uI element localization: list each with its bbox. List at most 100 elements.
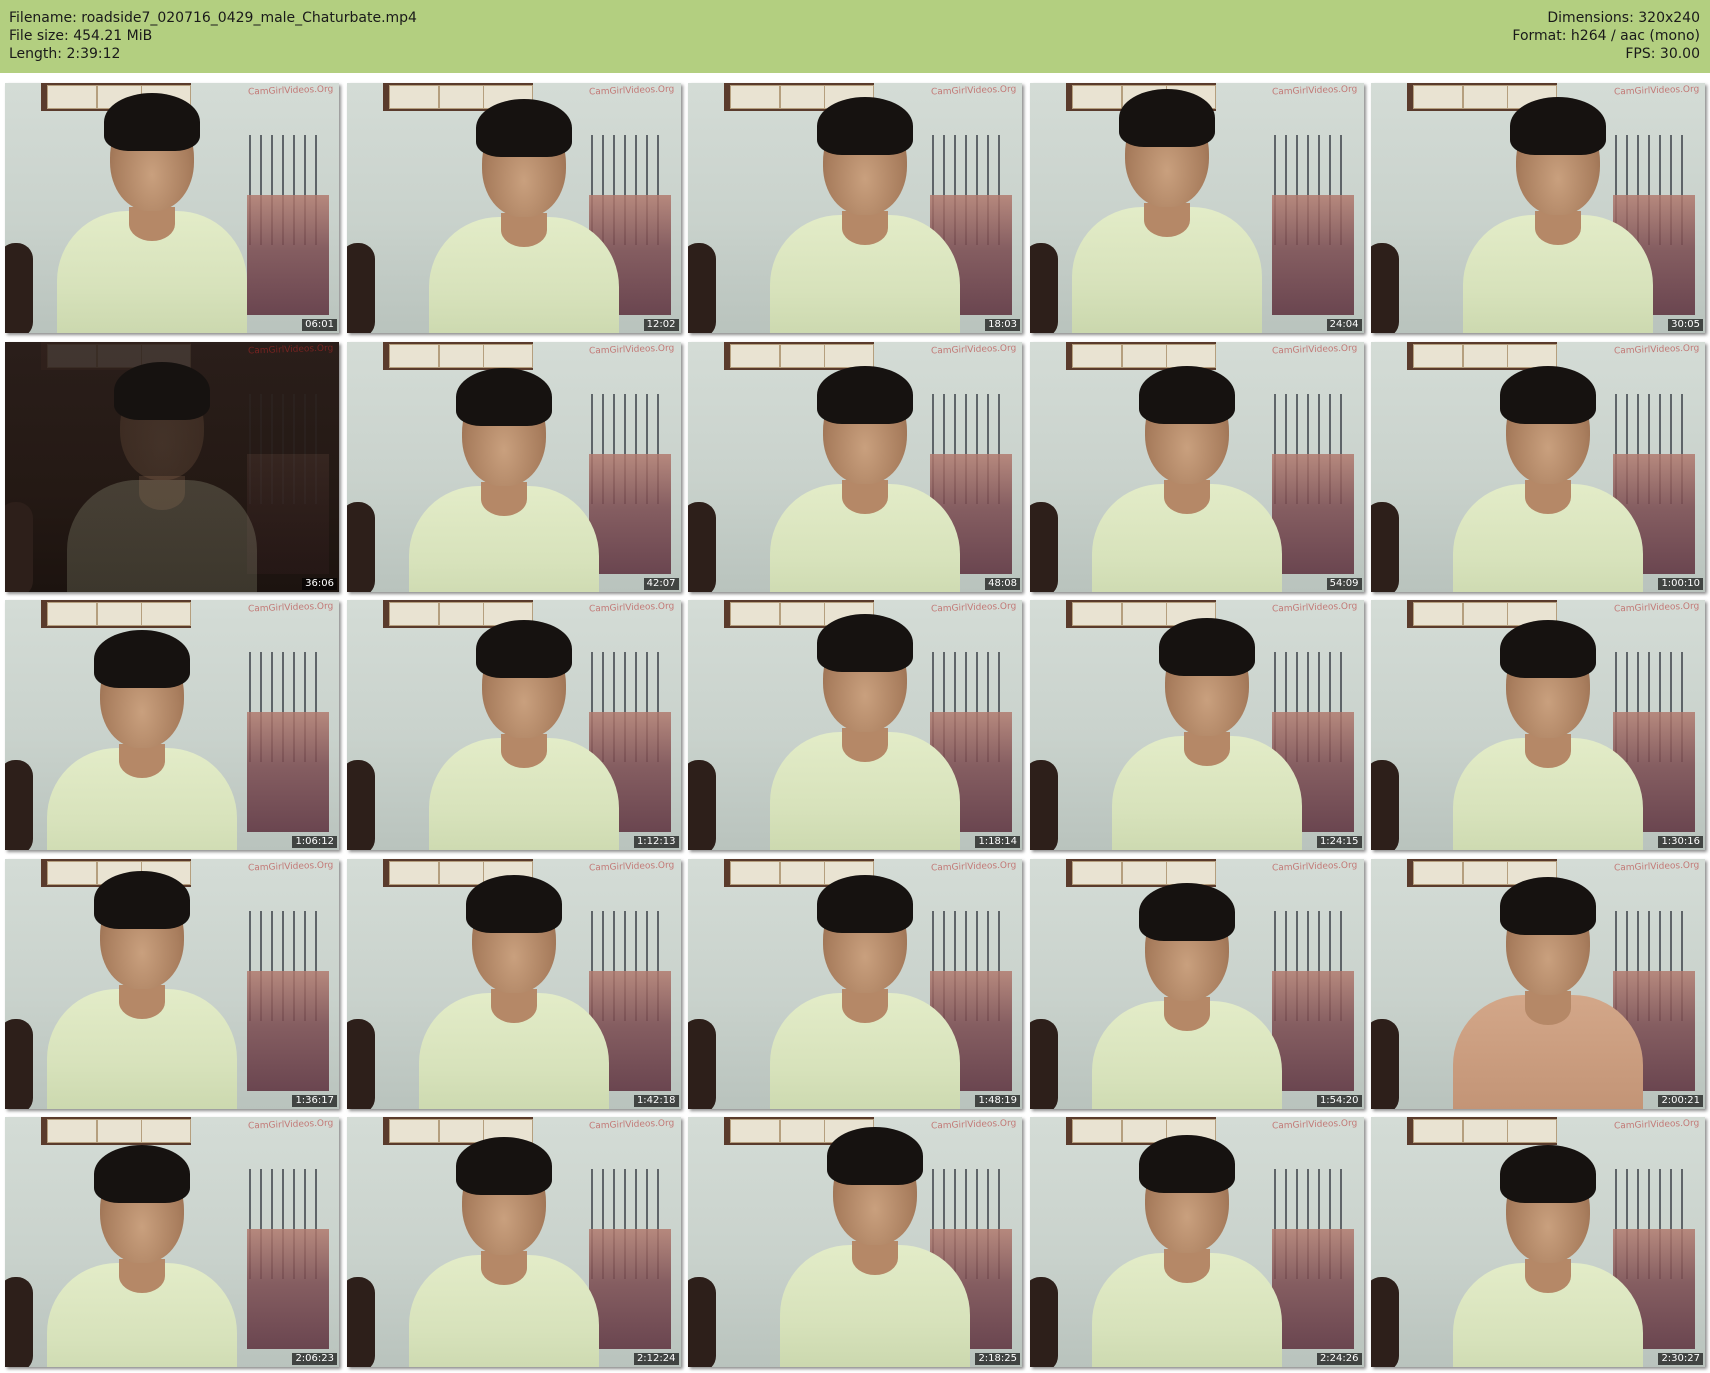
board-card: [730, 85, 780, 109]
video-thumbnail: CamGirlVideos.Org 1:18:14: [688, 600, 1022, 850]
video-thumbnail: CamGirlVideos.Org 48:08: [688, 341, 1022, 592]
video-thumbnail: CamGirlVideos.Org 1:42:18: [346, 858, 681, 1109]
thumbnail-timestamp: 1:36:17: [292, 1094, 337, 1107]
person-neck: [842, 211, 888, 245]
board-card: [1413, 85, 1463, 109]
thumbnail-timestamp: 48:08: [985, 577, 1020, 590]
dimensions-label: Dimensions: 320x240: [1547, 10, 1700, 26]
wall-board: [724, 341, 874, 370]
person-hair: [1500, 620, 1596, 678]
board-card: [388, 343, 439, 368]
thumbnail-timestamp: 1:48:19: [975, 1094, 1020, 1107]
board-card: [141, 602, 191, 626]
hanging-clothes: [1271, 970, 1354, 1091]
person-neck: [1163, 479, 1210, 514]
chair-back: [346, 1277, 375, 1367]
person-neck: [1183, 732, 1230, 766]
thumbnail-timestamp: 1:54:20: [1316, 1094, 1362, 1107]
video-thumbnail: CamGirlVideos.Org 1:54:20: [1029, 858, 1364, 1109]
filename-label: Filename: roadside7_020716_0429_male_Cha…: [9, 10, 417, 26]
chair-back: [346, 760, 375, 850]
person-hair: [1118, 89, 1215, 147]
chair-back: [5, 760, 33, 850]
chair-back: [688, 1277, 716, 1367]
person-neck: [119, 1259, 165, 1293]
hanging-clothes: [247, 970, 329, 1091]
thumbnail-timestamp: 1:30:16: [1658, 836, 1703, 848]
person-hair: [475, 99, 572, 157]
board-card: [47, 1119, 97, 1143]
person-neck: [1525, 734, 1571, 768]
hanging-clothes: [588, 1229, 671, 1349]
hanging-clothes: [588, 453, 671, 574]
thumbnail-timestamp: 54:09: [1326, 577, 1362, 590]
board-card: [780, 602, 830, 626]
person-neck: [480, 481, 527, 516]
chair-back: [1371, 243, 1399, 333]
person-hair: [455, 1137, 552, 1195]
chair-back: [1371, 760, 1399, 850]
board-card: [1121, 602, 1172, 626]
wall-board: [41, 1117, 191, 1145]
board-card: [97, 1119, 147, 1143]
video-thumbnail: CamGirlVideos.Org 12:02: [346, 83, 681, 333]
person-neck: [129, 207, 175, 241]
board-card: [1071, 860, 1122, 885]
video-thumbnail: CamGirlVideos.Org 2:00:21: [1371, 858, 1705, 1109]
board-card: [1071, 602, 1122, 626]
format-label: Format: h264 / aac (mono): [1512, 28, 1700, 44]
hanging-clothes: [1271, 195, 1354, 315]
wall-board: [1407, 341, 1557, 370]
chair-back: [1029, 760, 1058, 850]
board-card: [1165, 860, 1216, 885]
thumbnail-timestamp: 1:06:12: [292, 836, 337, 848]
board-card: [47, 602, 97, 626]
video-info: Dimensions: 320x240 Format: h264 / aac (…: [1512, 9, 1700, 63]
hanging-clothes: [247, 1229, 329, 1349]
board-card: [388, 860, 439, 885]
thumbnail-timestamp: 1:12:13: [633, 836, 679, 848]
thumbnail-timestamp: 36:06: [302, 577, 337, 590]
person-neck: [1525, 1259, 1571, 1293]
wall-board: [41, 600, 191, 628]
chair-back: [5, 1018, 33, 1109]
person-hair: [1158, 618, 1255, 676]
chair-back: [346, 501, 375, 592]
chair-back: [688, 501, 716, 592]
thumbnail-timestamp: 24:04: [1326, 319, 1362, 331]
board-card: [780, 85, 830, 109]
thumbnail-timestamp: 1:00:10: [1658, 577, 1703, 590]
board-card: [388, 1119, 439, 1143]
board-card: [1507, 1119, 1557, 1143]
person-neck: [1163, 996, 1210, 1031]
person-neck: [842, 988, 888, 1023]
person-hair: [1138, 1135, 1235, 1193]
person-hair: [817, 614, 913, 672]
hanging-clothes: [1271, 453, 1354, 574]
hanging-clothes: [247, 195, 329, 315]
board-card: [1413, 860, 1463, 885]
thumbnail-timestamp: 2:06:23: [292, 1353, 337, 1365]
thumbnail-grid: CamGirlVideos.Org 06:01 CamGirlVideos.Org 1…: [5, 83, 1706, 1370]
board-card: [824, 343, 874, 368]
board-card: [730, 1119, 780, 1143]
board-card: [1071, 85, 1122, 109]
chair-back: [5, 243, 33, 333]
board-card: [1413, 602, 1463, 626]
video-thumbnail: CamGirlVideos.Org 30:05: [1371, 83, 1705, 333]
person-hair: [455, 367, 552, 426]
video-thumbnail: CamGirlVideos.Org 54:09: [1029, 341, 1364, 592]
video-thumbnail: CamGirlVideos.Org 2:24:26: [1029, 1117, 1364, 1367]
person-hair: [1500, 365, 1596, 424]
board-card: [47, 860, 97, 885]
person-hair: [817, 97, 913, 155]
board-card: [1463, 602, 1513, 626]
person-neck: [842, 479, 888, 514]
board-card: [47, 85, 97, 109]
chair-back: [1371, 501, 1399, 592]
video-thumbnail: CamGirlVideos.Org 18:03: [688, 83, 1022, 333]
board-card: [388, 602, 439, 626]
person-neck: [119, 744, 165, 778]
person-neck: [139, 475, 185, 510]
board-card: [482, 343, 533, 368]
